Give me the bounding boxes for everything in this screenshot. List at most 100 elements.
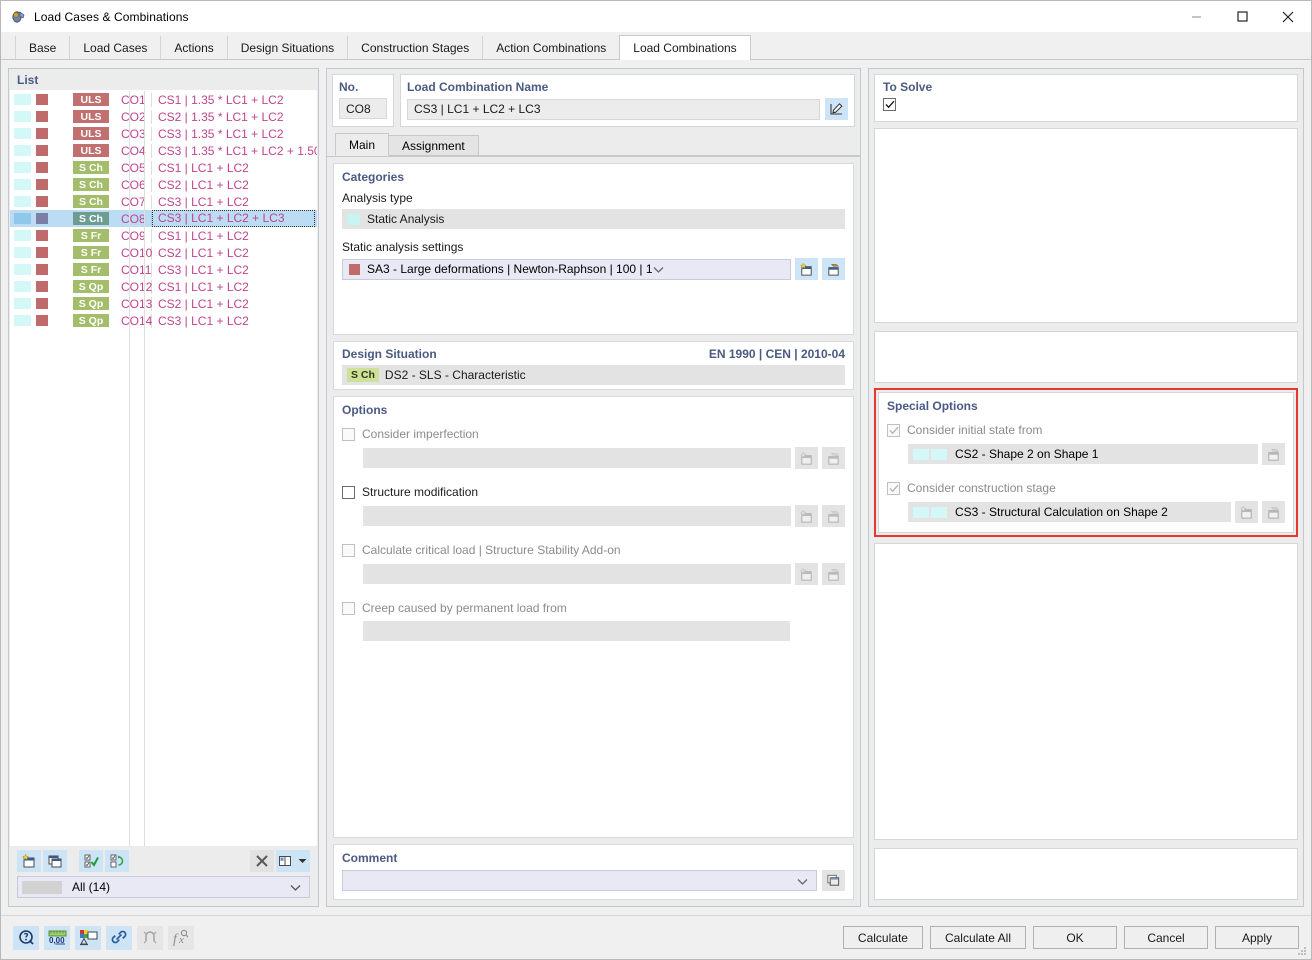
invert-selection-button[interactable] [105,850,129,872]
row-name: CS1 | LC1 + LC2 [158,228,249,243]
detail-panel: No. CO8 Load Combination Name CS3 | LC1 … [326,68,861,907]
consider-initial-state-checkbox[interactable] [887,423,900,437]
new-imperfection-button [795,447,818,469]
select-all-button[interactable] [79,850,103,872]
creep-label: Creep caused by permanent load from [362,601,567,615]
edit-static-settings-button[interactable] [822,258,845,280]
status-badge: S Qp [73,280,109,293]
color-swatch-red [36,315,48,326]
apply-button[interactable]: Apply [1215,926,1299,949]
row-name: CS3 | LC1 + LC2 [158,313,249,328]
color-swatch-cyan [14,230,31,241]
dialog-body: List ULS CO1 CS1 | 1.35 * LC1 + LC2 ULS … [1,60,1311,907]
tab-load-combinations[interactable]: Load Combinations [619,35,751,60]
tab-action-combinations[interactable]: Action Combinations [482,36,621,59]
tab-design-situations[interactable]: Design Situations [226,36,349,59]
edit-name-icon [830,102,843,115]
table-row[interactable]: ULS CO4 CS3 | 1.35 * LC1 + LC2 + 1.50 * … [10,142,317,159]
link-button[interactable] [106,925,132,950]
table-row[interactable]: S Qp CO12 CS1 | LC1 + LC2 [10,278,317,295]
color-swatch-cyan [14,94,31,105]
table-row[interactable]: ULS CO1 CS1 | 1.35 * LC1 + LC2 [10,91,317,108]
detail-subtabs: Main Assignment [327,133,860,157]
table-row[interactable]: S Ch CO7 CS3 | LC1 + LC2 [10,193,317,210]
table-row[interactable]: S Fr CO11 CS3 | LC1 + LC2 [10,261,317,278]
design-situation-badge: S Ch [347,368,379,382]
info-button[interactable] [13,925,39,950]
table-row-selected[interactable]: S Ch CO8 CS3 | LC1 + LC2 + LC3 [10,210,317,227]
dialog-footer: 0,00 f x Calculate Calculate All OK Canc… [1,915,1311,959]
new-item-icon [800,262,812,276]
analysis-color-swatch [347,213,360,225]
creep-checkbox[interactable] [342,601,355,615]
columns-button[interactable] [276,850,310,872]
table-row[interactable]: S Ch CO5 CS1 | LC1 + LC2 [10,159,317,176]
cancel-button[interactable]: Cancel [1124,926,1208,949]
structure-modification-checkbox[interactable] [342,485,355,499]
comment-library-icon [827,874,840,886]
new-combination-button[interactable] [17,850,41,872]
select-all-icon [84,854,99,868]
snap-icon [143,931,157,944]
combination-name-input[interactable]: CS3 | LC1 + LC2 + LC3 [407,98,820,120]
check-icon [884,100,895,109]
ok-button[interactable]: OK [1033,926,1117,949]
table-row[interactable]: ULS CO2 CS2 | 1.35 * LC1 + LC2 [10,108,317,125]
tab-load-cases[interactable]: Load Cases [69,36,162,59]
tab-base[interactable]: Base [15,36,71,59]
settings-color-swatch [349,263,360,275]
tab-actions[interactable]: Actions [160,36,228,59]
list-column-divider-1 [129,91,130,846]
calculate-button[interactable]: Calculate [842,926,923,949]
comment-input[interactable] [342,870,817,891]
edit-initial-state-button [1262,443,1285,465]
initial-state-field: CS2 - Shape 2 on Shape 1 [908,444,1258,464]
options-block: Options Consider imperfection Structure … [333,396,854,838]
minimize-button[interactable] [1173,1,1219,32]
list-group: List ULS CO1 CS1 | 1.35 * LC1 + LC2 ULS … [8,68,319,907]
color-swatch-red [36,281,48,292]
tab-construction-stages[interactable]: Construction Stages [347,36,484,59]
list-filter-select[interactable]: All (14) [17,876,310,898]
subtab-assignment[interactable]: Assignment [388,135,479,156]
link-icon [111,930,127,944]
comment-title: Comment [342,851,398,865]
table-row[interactable]: S Ch CO6 CS2 | LC1 + LC2 [10,176,317,193]
consider-construction-stage-checkbox[interactable] [887,481,900,495]
color-swatch-red [36,298,48,309]
static-analysis-settings-select[interactable]: SA3 - Large deformations | Newton-Raphso… [342,258,791,280]
chevron-down-icon [797,874,808,888]
resize-grip[interactable] [1296,945,1308,957]
minimize-icon [1191,16,1201,18]
maximize-button[interactable] [1219,1,1265,32]
design-situation-text: DS2 - SLS - Characteristic [384,368,526,382]
combination-list[interactable]: ULS CO1 CS1 | 1.35 * LC1 + LC2 ULS CO2 C… [10,90,317,846]
table-row[interactable]: ULS CO3 CS3 | 1.35 * LC1 + LC2 [10,125,317,142]
to-solve-title: To Solve [883,80,933,94]
close-icon [1282,11,1294,22]
new-static-settings-button[interactable] [795,258,818,280]
units-button[interactable]: 0,00 [44,925,70,950]
copy-combination-button[interactable] [43,850,67,872]
table-row[interactable]: S Qp CO14 CS3 | LC1 + LC2 [10,312,317,329]
table-row[interactable]: S Fr CO9 CS1 | LC1 + LC2 [10,227,317,244]
calculate-critical-load-checkbox[interactable] [342,543,355,557]
new-item-icon [22,853,35,868]
calculate-all-button[interactable]: Calculate All [929,926,1026,949]
close-button[interactable] [1265,1,1311,32]
static-settings-value: SA3 - Large deformations | Newton-Raphso… [367,262,653,276]
comment-library-button[interactable] [822,870,845,891]
status-badge: ULS [73,144,109,157]
display-properties-button[interactable] [75,925,101,950]
delete-combination-button[interactable] [250,850,274,872]
table-row[interactable]: S Qp CO13 CS2 | LC1 + LC2 [10,295,317,312]
subtab-main[interactable]: Main [335,133,390,156]
formula-icon: f x [173,929,189,946]
list-filter-row: All (14) [9,876,318,906]
table-row[interactable]: S Fr CO10 CS2 | LC1 + LC2 [10,244,317,261]
to-solve-checkbox[interactable] [883,98,896,111]
new-construction-stage-button [1235,501,1258,523]
consider-imperfection-checkbox[interactable] [342,427,355,441]
edit-name-button[interactable] [825,98,848,120]
color-swatch-red [36,111,48,122]
